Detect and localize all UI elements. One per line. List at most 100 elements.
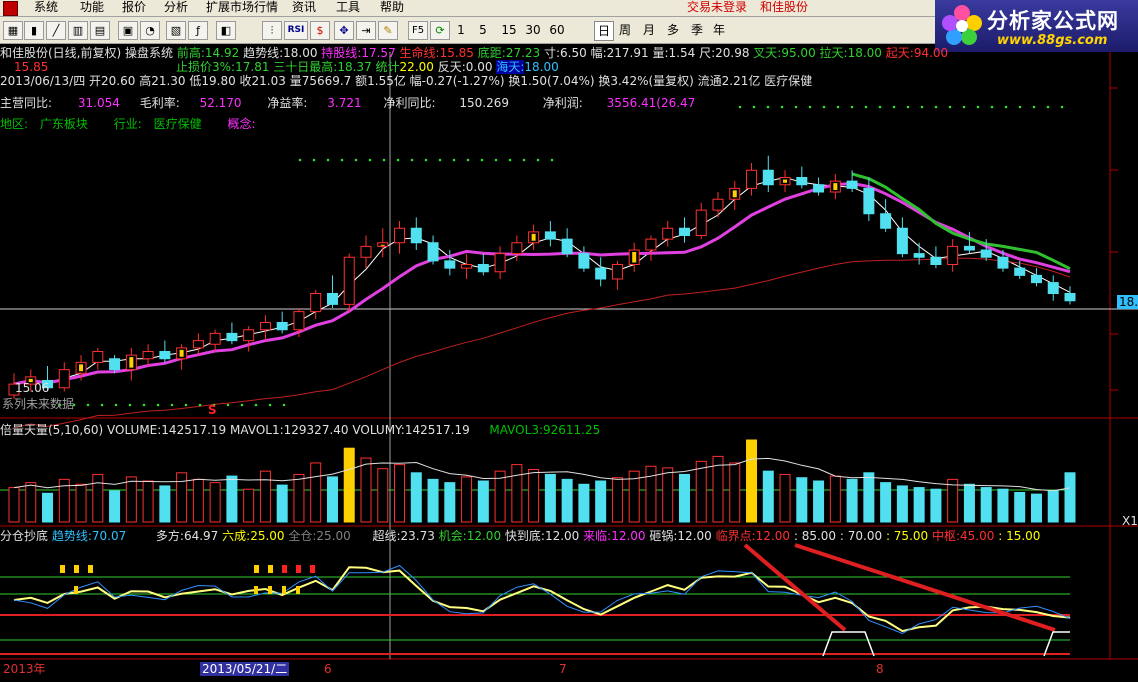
- concept-label: 概念:: [227, 117, 256, 131]
- dot-line-a-398: [396, 158, 400, 162]
- qitian-label: 起天:: [885, 46, 914, 60]
- volume-bar-20: [343, 447, 355, 523]
- kuaidaodi-value: 12.00: [544, 529, 580, 543]
- bottom-label: 底距:: [477, 46, 506, 60]
- dot-line-b-1048: [1046, 105, 1050, 109]
- dot-line-b-782: [780, 105, 784, 109]
- candle-body-51: [863, 187, 875, 215]
- quancang-value: 25.00: [316, 529, 351, 543]
- ind-marker-3: [254, 565, 259, 573]
- volume-bar-54: [913, 487, 925, 523]
- qitian-value: 94.00: [913, 46, 949, 60]
- dot-line-a-426: [424, 158, 428, 162]
- liucheng-label: 六成:: [222, 529, 251, 543]
- candle-body-18: [310, 293, 322, 313]
- dot-line-c-144: [142, 403, 146, 407]
- candle-body-36: [611, 264, 623, 280]
- candle-body-27: [461, 264, 473, 269]
- jltb-label: 净利同比:: [383, 96, 436, 110]
- kuaidaodi-label: 快到底:: [504, 529, 545, 543]
- ma-red-line: [13, 257, 1071, 429]
- dot-line-b-838: [836, 105, 840, 109]
- volume-bar-53: [896, 485, 908, 523]
- quancang-label: 全仓:: [288, 529, 317, 543]
- dot-line-c-88: [86, 403, 90, 407]
- dot-line-c-200: [198, 403, 202, 407]
- volume-bar-47: [796, 477, 808, 523]
- candle-body-15: [259, 322, 271, 331]
- region-value[interactable]: 广东板块: [40, 117, 88, 131]
- candle-body-58: [980, 249, 992, 258]
- candle-body-57: [963, 245, 975, 251]
- volume-bar-34: [578, 483, 590, 523]
- v15-value: : 15.00: [998, 529, 1041, 543]
- volume-bar-60: [1014, 491, 1026, 523]
- mll-value: 52.170: [199, 96, 242, 110]
- volume-bar-17: [293, 473, 305, 523]
- candle-signal-46: [783, 179, 788, 183]
- dot-line-a-552: [550, 158, 554, 162]
- mll-label: 毛利率:: [139, 96, 180, 110]
- dot-line-a-454: [452, 158, 456, 162]
- dot-line-b-1006: [1004, 105, 1008, 109]
- dot-line-b-1062: [1060, 105, 1064, 109]
- duofang-value: 64.97: [183, 529, 219, 543]
- life-label: 生命线:: [399, 46, 440, 60]
- fu-label: 幅:: [590, 46, 607, 60]
- dot-line-b-978: [976, 105, 980, 109]
- dot-line-c-158: [156, 403, 160, 407]
- fantian-label: 反天:: [437, 60, 466, 74]
- dot-line-a-384: [382, 158, 386, 162]
- mavol3-label: MAVOL3:: [489, 423, 543, 437]
- dot-line-a-370: [368, 158, 372, 162]
- ind-marker-1: [74, 565, 79, 573]
- volume-bar-58: [980, 487, 992, 523]
- liang-value: 1.54: [668, 46, 696, 60]
- high30-value: 18.37: [337, 60, 372, 74]
- dot-line-b-894: [892, 105, 896, 109]
- dot-line-b-754: [752, 105, 756, 109]
- high30-label: 三十日最高:: [273, 60, 338, 74]
- dot-line-b-936: [934, 105, 938, 109]
- dot-line-c-270: [268, 403, 272, 407]
- volume-bar-30: [511, 464, 523, 523]
- stat-label: 统计: [375, 60, 400, 74]
- industry-label: 行业:: [113, 117, 142, 131]
- dot-line-b-950: [948, 105, 952, 109]
- dot-line-b-810: [808, 105, 812, 109]
- main-info-line2: 15.85 止损价3%:17.81 三十日最高:18.37 统计22.00 反天…: [14, 60, 559, 74]
- ind-blue-line: [13, 564, 1071, 635]
- dot-line-b-964: [962, 105, 966, 109]
- candle-body-5: [92, 351, 104, 363]
- candle-body-17: [293, 311, 305, 331]
- volume-bar-24: [410, 472, 422, 523]
- axis-cursor-date: 2013/05/21/二: [200, 662, 290, 676]
- volume-bar-52: [880, 482, 892, 523]
- volume-bar-13: [226, 475, 238, 523]
- candle-body-34: [578, 253, 590, 269]
- volumy-value: 142517.19: [404, 423, 470, 437]
- low-price-label: 15.06: [15, 381, 50, 395]
- chatian-label: 叉天:: [753, 46, 782, 60]
- volume-bar-61: [1030, 493, 1042, 523]
- ind-low-marker-0: [74, 586, 78, 594]
- ind-marker-6: [296, 565, 301, 573]
- volume-bar-55: [930, 488, 942, 523]
- industry-value[interactable]: 医疗保健: [154, 117, 202, 131]
- dot-line-a-440: [438, 158, 442, 162]
- dot-line-b-1020: [1018, 105, 1022, 109]
- dot-line-a-314: [312, 158, 316, 162]
- volume-bar-49: [829, 475, 841, 523]
- dot-line-a-468: [466, 158, 470, 162]
- candle-body-21: [360, 245, 372, 258]
- volumy-label: VOLUMY:: [352, 423, 405, 437]
- dot-line-c-228: [226, 403, 230, 407]
- dot-line-c-116: [114, 403, 118, 407]
- volume-bar-12: [209, 482, 221, 523]
- dot-line-a-538: [536, 158, 540, 162]
- volume-bar-27: [461, 476, 473, 523]
- volume-bar-40: [678, 473, 690, 523]
- candle-body-16: [276, 322, 288, 331]
- candle-body-45: [762, 169, 774, 186]
- haitian-value: 18.00: [524, 60, 559, 74]
